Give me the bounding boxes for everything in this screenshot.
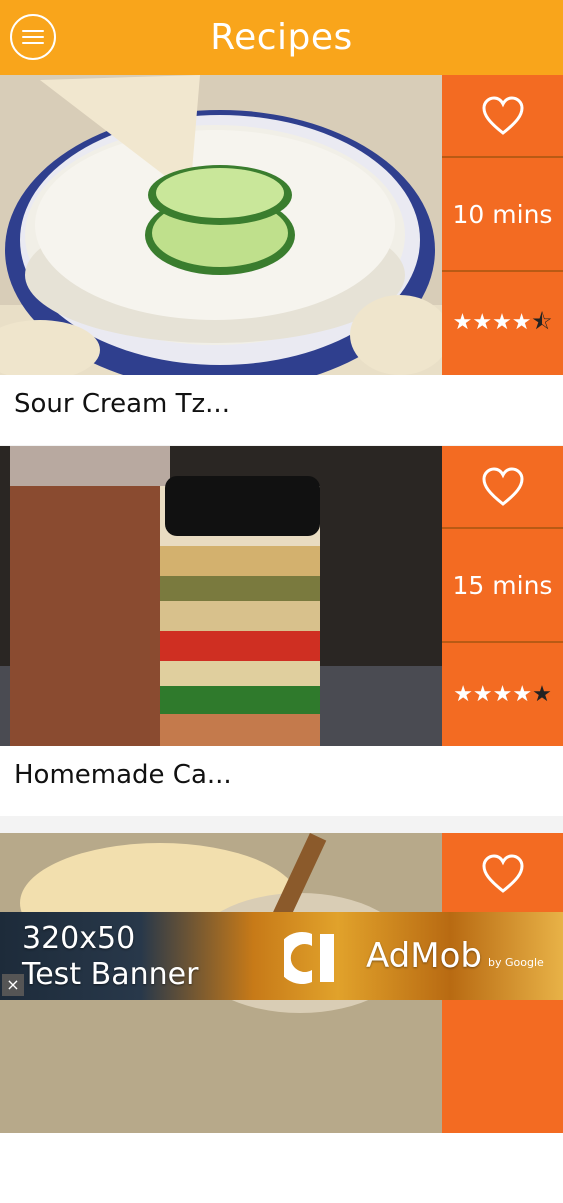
recipe-photo[interactable] — [0, 75, 442, 375]
ad-banner[interactable]: 320x50 Test Banner × AdMob by Google — [0, 912, 563, 1000]
favorite-button[interactable] — [442, 446, 563, 529]
cook-time: 15 mins — [442, 529, 563, 643]
menu-button[interactable] — [10, 14, 56, 60]
cook-time-label: 15 mins — [452, 570, 553, 600]
favorite-button[interactable] — [442, 75, 563, 158]
rating-stars: ★★★★★ — [453, 682, 552, 707]
hamburger-icon — [22, 30, 44, 44]
recipe-title[interactable]: Homemade Ca... — [14, 746, 232, 816]
heart-icon — [481, 853, 524, 893]
favorite-button[interactable] — [442, 833, 563, 916]
app-header: Recipes — [0, 0, 563, 75]
heart-icon — [481, 466, 524, 506]
page-title: Recipes — [210, 17, 353, 58]
recipe-side-panel: 15 mins ★★★★★ — [442, 446, 563, 746]
recipe-title[interactable]: Sour Cream Tz... — [14, 375, 230, 445]
admob-brand: AdMob — [366, 936, 482, 976]
admob-byline: by Google — [488, 956, 544, 969]
rating-stars: ★★★★⯪ — [452, 309, 553, 335]
cook-time-label: 10 mins — [452, 199, 553, 229]
ad-title-label: Test Banner — [22, 957, 199, 992]
close-icon[interactable]: × — [2, 974, 24, 996]
recipe-side-panel: 10 mins ★★★★⯪ — [442, 75, 563, 375]
rating: ★★★★⯪ — [442, 272, 563, 375]
admob-logo-icon — [284, 932, 334, 984]
recipe-card[interactable] — [0, 833, 563, 1203]
recipe-card[interactable]: 10 mins ★★★★⯪ Sour Cream Tz... — [0, 75, 563, 445]
rating: ★★★★★ — [442, 643, 563, 746]
cook-time: 10 mins — [442, 158, 563, 272]
recipe-card[interactable]: 15 mins ★★★★★ Homemade Ca... — [0, 446, 563, 816]
heart-icon — [481, 95, 524, 135]
ad-size-label: 320x50 — [22, 921, 136, 956]
recipe-photo[interactable] — [0, 446, 442, 746]
